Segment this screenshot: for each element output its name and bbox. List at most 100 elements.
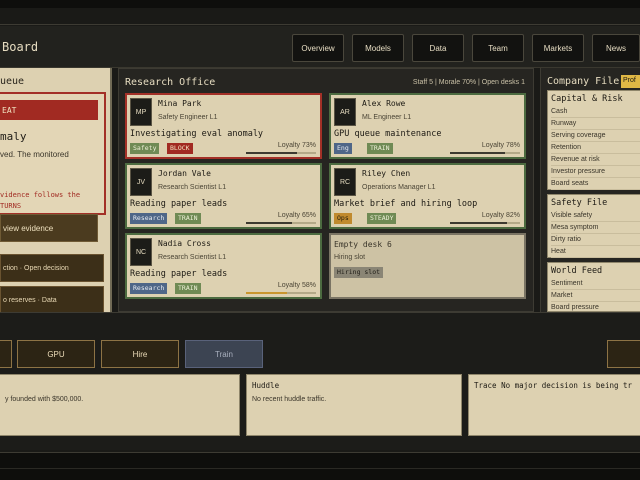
research-office: Research Office Staff 5 | Morale 70% | O… [118, 68, 534, 312]
dept-tag: Research [130, 213, 168, 224]
stat-row: Runway [551, 118, 640, 130]
stat-row: Sentiment [551, 278, 640, 290]
status-badge: STEADY [367, 213, 397, 224]
alert-title: maly [0, 130, 27, 143]
status-badge: TRAIN [175, 283, 201, 294]
nav-markets[interactable]: Markets [532, 34, 584, 62]
company-file-panel: Company File Prof Capital & Risk Cash Ru… [540, 68, 640, 314]
bottom-divider [0, 452, 640, 453]
employee-card-nadia[interactable]: NC Nadia Cross Research Scientist L1 Rea… [125, 233, 322, 299]
empty-desk-title: Empty desk 6 [334, 240, 392, 249]
alert-body: ved. The monitored [0, 150, 69, 159]
loyalty-bar [450, 222, 520, 224]
employee-task: Market brief and hiring loop [334, 199, 478, 209]
event-log: y founded with $500,000. [0, 374, 240, 436]
section-title: Capital & Risk [551, 94, 623, 104]
stat-row: Investor pressure [551, 166, 640, 178]
stat-row: Serving coverage [551, 130, 640, 142]
dept-tag: Ops [334, 213, 352, 224]
nav-models[interactable]: Models [352, 34, 404, 62]
employee-name: Alex Rowe [362, 99, 406, 108]
employee-name: Mina Park [158, 99, 202, 108]
employee-task: Investigating eval anomaly [130, 129, 264, 139]
top-divider [0, 24, 640, 25]
loyalty-bar [246, 292, 316, 294]
hiring-slot-tag: Hiring slot [334, 267, 384, 278]
stat-row: Board seats [551, 178, 640, 190]
empty-desk-card[interactable]: Empty desk 6 Hiring slot Hiring slot [329, 233, 526, 299]
train-button[interactable]: Train [185, 340, 263, 368]
alert-header: EAT [0, 100, 98, 120]
employee-name: Riley Chen [362, 169, 411, 178]
loyalty-fill [246, 222, 292, 224]
huddle-log: Huddle No recent huddle traffic. [246, 374, 462, 436]
employee-role: Safety Engineer L1 [158, 114, 218, 121]
header: Board Overview Models Data Team Markets … [0, 26, 640, 68]
office-title: Research Office [125, 77, 216, 88]
employee-role: Operations Manager L1 [362, 184, 436, 191]
huddle-text: No recent huddle traffic. [252, 396, 327, 403]
employee-name: Jordan Vale [158, 169, 211, 178]
event-log-text: y founded with $500,000. [5, 396, 84, 403]
loyalty-fill [450, 152, 505, 154]
world-feed-section: World Feed Sentiment Market Board pressu… [547, 262, 640, 314]
queue-item-reserves[interactable]: o reserves · Data [0, 286, 104, 314]
profile-tab[interactable]: Prof [621, 75, 640, 88]
nav-news[interactable]: News [592, 34, 640, 62]
avatar: AR [334, 98, 356, 126]
action-button-right-partial[interactable] [607, 340, 640, 368]
log-area: y founded with $500,000. Huddle No recen… [0, 370, 640, 450]
loyalty-bar [450, 152, 520, 154]
loyalty-fill [450, 222, 508, 224]
queue-panel: ueue EAT maly ved. The monitored TURNS v… [0, 68, 112, 314]
employee-name: Nadia Cross [158, 239, 211, 248]
employee-role: Research Scientist L1 [158, 184, 227, 191]
nav-overview[interactable]: Overview [292, 34, 344, 62]
view-evidence-button[interactable]: view evidence [0, 214, 98, 242]
employee-task: Reading paper leads [130, 269, 228, 279]
status-badge: TRAIN [367, 143, 393, 154]
status-badge: TRAIN [175, 213, 201, 224]
section-title: World Feed [551, 266, 603, 276]
queue-item-decision[interactable]: ction · Open decision [0, 254, 104, 282]
loyalty-label: Loyalty 65% [277, 212, 316, 219]
avatar: JV [130, 168, 152, 196]
avatar: MP [130, 98, 152, 126]
action-button-partial[interactable] [0, 340, 12, 368]
loyalty-label: Loyalty 58% [277, 282, 316, 289]
employee-task: GPU queue maintenance [334, 129, 442, 139]
huddle-title: Huddle [252, 381, 280, 390]
office-stats: Staff 5 | Morale 70% | Open desks 1 [412, 79, 525, 86]
dept-tag: Safety [130, 143, 160, 154]
trace-title: Trace No major decision is being tr [474, 381, 633, 390]
employee-card-mina[interactable]: MP Mina Park Safety Engineer L1 Investig… [125, 93, 322, 159]
bottom-strip [0, 452, 640, 480]
employee-card-jordan[interactable]: JV Jordan Vale Research Scientist L1 Rea… [125, 163, 322, 229]
employee-card-riley[interactable]: RC Riley Chen Operations Manager L1 Mark… [329, 163, 526, 229]
top-strip [0, 0, 640, 8]
capital-risk-section: Capital & Risk Cash Runway Serving cover… [547, 90, 640, 190]
stat-row: Retention [551, 142, 640, 154]
gpu-button[interactable]: GPU [17, 340, 95, 368]
loyalty-label: Loyalty 82% [481, 212, 520, 219]
avatar: RC [334, 168, 356, 196]
company-file-title: Company File [547, 76, 620, 87]
hire-button[interactable]: Hire [101, 340, 179, 368]
trace-log: Trace No major decision is being tr [468, 374, 640, 436]
nav-data[interactable]: Data [412, 34, 464, 62]
employee-task: Reading paper leads [130, 199, 228, 209]
app-title: Board [2, 40, 39, 54]
loyalty-bar [246, 152, 316, 154]
nav-team[interactable]: Team [472, 34, 524, 62]
loyalty-fill [246, 152, 298, 154]
alert-follow-text: vidence follows the [0, 191, 81, 199]
dept-tag: Research [130, 283, 168, 294]
loyalty-bar [246, 222, 316, 224]
status-badge: BLOCK [167, 143, 193, 154]
stat-row: Revenue at risk [551, 154, 640, 166]
loyalty-label: Loyalty 78% [481, 142, 520, 149]
employee-card-alex[interactable]: AR Alex Rowe ML Engineer L1 GPU queue ma… [329, 93, 526, 159]
empty-desk-sub: Hiring slot [334, 254, 366, 261]
loyalty-label: Loyalty 73% [277, 142, 316, 149]
section-title: Safety File [551, 198, 608, 208]
